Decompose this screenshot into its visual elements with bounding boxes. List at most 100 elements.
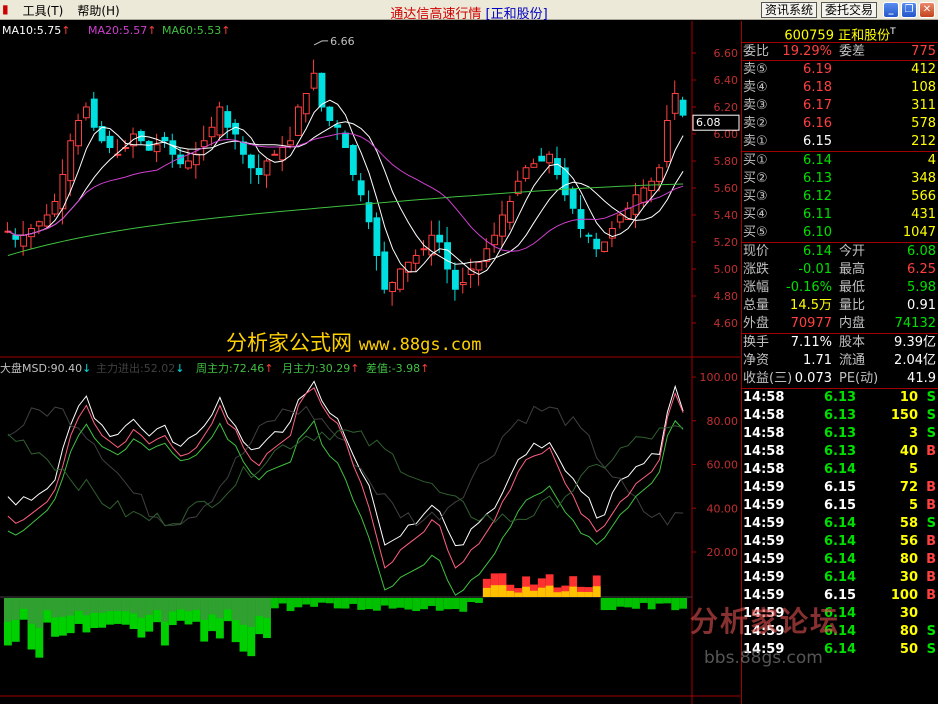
- tick-volume: 3: [908, 426, 918, 441]
- stock-bracket: [正和股份]: [485, 7, 548, 22]
- ask-price: 6.15: [803, 134, 832, 149]
- candle-body: [397, 268, 404, 290]
- histogram-bar: [435, 598, 444, 611]
- candle-body: [554, 158, 561, 176]
- stats-label: 涨幅: [743, 280, 770, 295]
- histogram-bar: [58, 598, 67, 617]
- price-tick-label: 5.00: [714, 263, 739, 276]
- trade-button[interactable]: 委托交易: [821, 2, 878, 18]
- histogram-bar: [679, 598, 687, 609]
- histogram-bar: [569, 586, 578, 597]
- tick-row[interactable]: 14:59 6.14 50 S: [742, 641, 938, 659]
- tick-row[interactable]: 14:59 6.14 80 S: [742, 623, 938, 641]
- candle-body: [640, 187, 648, 203]
- menu-tools[interactable]: 工具(T): [23, 2, 64, 19]
- candle-body: [200, 140, 208, 148]
- candle-body: [663, 120, 671, 162]
- stats-label: 外盘: [743, 316, 770, 331]
- chart-area[interactable]: 6.60 6.40 6.20 6.00 5.80 5.60 5.40 5.20 5.00 4.80…: [0, 21, 740, 704]
- bid-volume: 348: [911, 171, 936, 186]
- tick-side: B: [926, 588, 936, 603]
- bid-row: 买② 6.13 348: [742, 170, 938, 188]
- tick-side: B: [926, 534, 936, 549]
- tick-list[interactable]: 14:58 6.13 10 S 14:58 6.13 150 S 14:58 6.13 3 S 14:5…: [742, 389, 938, 659]
- histogram-bar: [145, 598, 154, 615]
- indicator-tick-label: 20.00: [707, 546, 739, 559]
- histogram-bar: [98, 598, 107, 613]
- indicator-tick-label: 80.00: [707, 415, 739, 428]
- histogram-bar: [333, 598, 342, 609]
- tick-row[interactable]: 14:59 6.14 30: [742, 605, 938, 623]
- tick-side: B: [926, 570, 936, 585]
- tick-row[interactable]: 14:58 6.13 150 S: [742, 407, 938, 425]
- minimize-icon[interactable]: _: [883, 2, 899, 18]
- price-tick-label: 4.60: [714, 317, 739, 330]
- candle-body: [656, 167, 663, 182]
- ask-price: 6.17: [803, 98, 832, 113]
- candle-body: [412, 255, 420, 264]
- tick-row[interactable]: 14:59 6.14 30 B: [742, 569, 938, 587]
- candle-body: [475, 261, 483, 271]
- histogram-bar: [270, 598, 279, 609]
- ma20-label: MA20:5.57↑: [88, 24, 157, 37]
- tick-row[interactable]: 14:59 6.15 72 B: [742, 479, 938, 497]
- tick-row[interactable]: 14:59 6.15 100 B: [742, 587, 938, 605]
- menu-help[interactable]: 帮助(H): [77, 2, 119, 19]
- bid-label: 买④: [743, 207, 768, 222]
- tick-row[interactable]: 14:58 6.13 10 S: [742, 389, 938, 407]
- close-icon[interactable]: ✕: [919, 2, 935, 18]
- candle-body: [491, 234, 499, 246]
- ask-label: 卖①: [743, 134, 768, 149]
- stats2-value: 1.71: [803, 353, 832, 368]
- ask-label: 卖⑤: [743, 62, 768, 77]
- histogram-bar: [192, 598, 201, 610]
- stats2-label: 收益(三): [743, 371, 793, 386]
- weibi-row: 委比 19.29% 委差 775: [742, 44, 938, 61]
- histogram-bar: [537, 587, 546, 597]
- tick-row[interactable]: 14:59 6.14 58 S: [742, 515, 938, 533]
- candle-body: [106, 135, 114, 149]
- ask-label: 卖③: [743, 98, 768, 113]
- candle-body: [177, 154, 185, 165]
- stats-label: 总量: [743, 298, 770, 313]
- bid-label: 买⑤: [743, 225, 768, 240]
- tick-time: 14:58: [743, 390, 785, 405]
- tick-row[interactable]: 14:59 6.14 80 B: [742, 551, 938, 569]
- tick-row[interactable]: 14:58 6.13 40 B: [742, 443, 938, 461]
- candle-body: [444, 242, 451, 270]
- candle-body: [569, 188, 577, 209]
- tick-price: 6.15: [824, 498, 857, 513]
- candle-body: [530, 163, 538, 168]
- stats2-row: 换手 7.11% 股本 9.39亿: [742, 334, 938, 352]
- news-system-button[interactable]: 资讯系统: [761, 2, 818, 18]
- tick-row[interactable]: 14:59 6.15 5 B: [742, 497, 938, 515]
- histogram-bar: [51, 598, 59, 618]
- stats2-value: 7.11%: [790, 335, 832, 350]
- restore-icon[interactable]: ❐: [901, 2, 917, 18]
- app-icon[interactable]: ▮: [2, 2, 9, 19]
- price-tick-label: 5.20: [714, 236, 739, 249]
- tick-side: B: [926, 444, 936, 459]
- tick-side: S: [926, 516, 936, 531]
- histogram-bar: [663, 598, 672, 604]
- menu-bar: ▮ 工具(T) 帮助(H) 通达信高速行情 [正和股份] 资讯系统 委托交易 _…: [0, 0, 938, 22]
- histogram-bar: [545, 585, 554, 597]
- candle-body: [208, 126, 216, 138]
- candle-body: [145, 141, 153, 151]
- candle-body: [499, 214, 506, 237]
- stats-row: 涨跌 -0.01 最高 6.25: [742, 261, 938, 279]
- candle-body: [12, 234, 20, 240]
- tick-row[interactable]: 14:58 6.13 3 S: [742, 425, 938, 443]
- tick-row[interactable]: 14:58 6.14 5: [742, 461, 938, 479]
- tick-time: 14:59: [743, 480, 785, 495]
- msd-line: [7, 380, 684, 547]
- candle-body: [279, 147, 287, 161]
- histogram-bar: [647, 598, 656, 610]
- histogram-bar: [592, 586, 601, 597]
- tick-time: 14:58: [743, 408, 785, 423]
- histogram-bar: [137, 598, 146, 618]
- indicator-tick-label: 40.00: [707, 502, 739, 515]
- histogram-bar: [255, 598, 264, 617]
- stats-value: 70977: [790, 316, 832, 331]
- tick-row[interactable]: 14:59 6.14 56 B: [742, 533, 938, 551]
